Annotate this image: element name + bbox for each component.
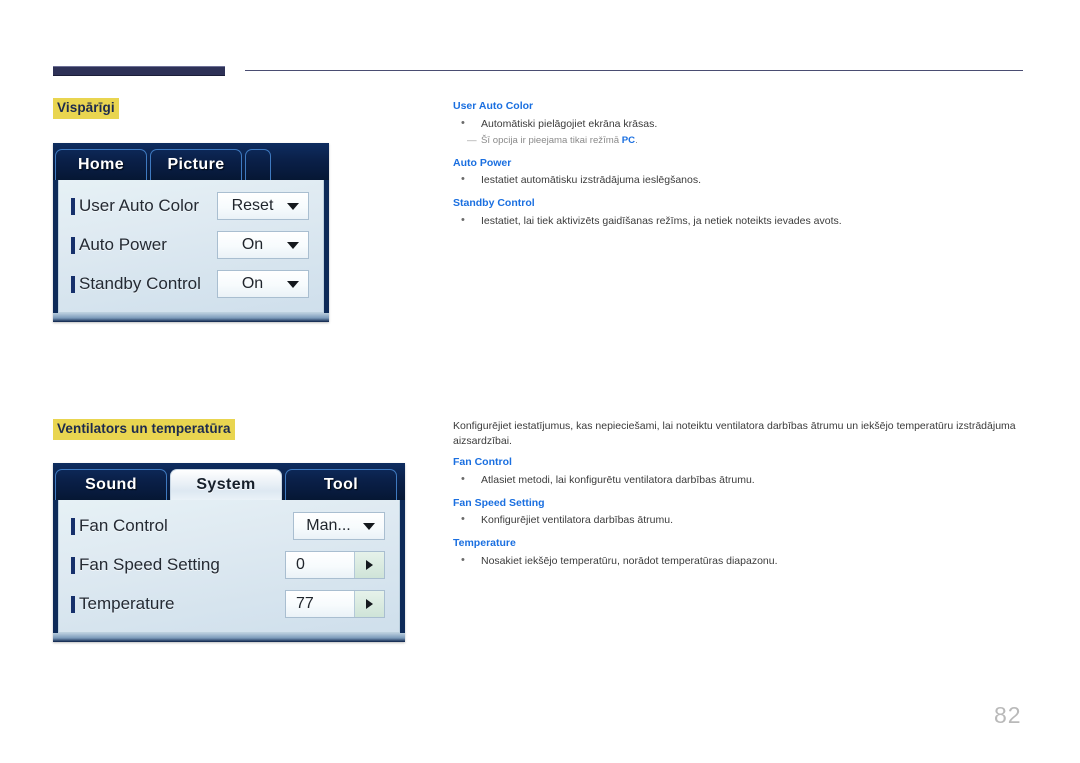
- stepper-increment-button[interactable]: [354, 591, 384, 617]
- osd-row-temperature[interactable]: Temperature 77: [71, 590, 385, 618]
- dropdown-value: Man...: [306, 517, 351, 534]
- note-suffix: .: [635, 135, 638, 147]
- osd-row-user-auto-color[interactable]: User Auto Color Reset: [71, 192, 309, 220]
- osd-tab-bar-system: Sound System Tool: [53, 463, 405, 500]
- subheading-user-auto-color: User Auto Color: [453, 100, 534, 112]
- osd-tab-label: Tool: [323, 476, 359, 493]
- dropdown-value: Reset: [231, 197, 274, 214]
- osd-tab-picture[interactable]: Picture: [150, 149, 242, 180]
- osd-footer-system: [53, 633, 405, 642]
- section-heading-fan-temperature: Ventilators un temperatūra: [53, 419, 235, 440]
- intro-paragraph-fan: Konfigurējiet iestatījumus, kas nepiecie…: [453, 420, 1016, 448]
- row-marker-icon: [71, 275, 75, 293]
- subheading-temperature: Temperature: [453, 537, 516, 549]
- chevron-down-icon: [363, 522, 375, 530]
- osd-row-label: Fan Control: [79, 516, 168, 535]
- osd-body-general: User Auto Color Reset Auto Power On Stan…: [58, 180, 324, 313]
- dropdown-value: On: [241, 275, 264, 292]
- header-rule-thin: [245, 70, 1023, 71]
- row-marker-icon: [71, 236, 75, 254]
- temperature-stepper[interactable]: 77: [285, 590, 385, 618]
- osd-tab-sound[interactable]: Sound: [55, 469, 167, 500]
- chevron-down-icon: [287, 241, 299, 249]
- dropdown-value: On: [241, 236, 264, 253]
- osd-tab-tool[interactable]: Tool: [285, 469, 397, 500]
- subheading-auto-power: Auto Power: [453, 156, 512, 169]
- osd-tab-partial[interactable]: [245, 149, 271, 180]
- osd-body-system: Fan Control Man... Fan Speed Setting 0 T…: [58, 500, 400, 633]
- osd-row-auto-power[interactable]: Auto Power On: [71, 231, 309, 259]
- osd-row-fan-control[interactable]: Fan Control Man...: [71, 512, 385, 540]
- osd-panel-general: Home Picture User Auto Color Reset Auto …: [53, 143, 329, 322]
- osd-tab-system[interactable]: System: [170, 469, 282, 500]
- osd-panel-system: Sound System Tool Fan Control Man... Fan…: [53, 463, 405, 642]
- chevron-right-icon: [366, 560, 373, 570]
- stepper-increment-button[interactable]: [354, 552, 384, 578]
- page-header-rules: [0, 0, 1080, 90]
- user-auto-color-dropdown[interactable]: Reset: [217, 192, 309, 220]
- osd-tab-bar-general: Home Picture: [53, 143, 329, 180]
- auto-power-dropdown[interactable]: On: [217, 231, 309, 259]
- subheading-fan-speed-setting: Fan Speed Setting: [453, 496, 545, 509]
- note-emphasis: PC: [621, 135, 636, 147]
- page-number: 82: [994, 702, 1022, 728]
- bullet-auto-power: Iestatiet automātisku izstrādājuma ieslē…: [453, 172, 1025, 188]
- subheading-standby-control: Standby Control: [453, 196, 535, 209]
- stepper-value: 0: [296, 556, 305, 573]
- osd-tab-home[interactable]: Home: [55, 149, 147, 180]
- osd-row-fan-speed-setting[interactable]: Fan Speed Setting 0: [71, 551, 385, 579]
- description-column-fan-temperature: Konfigurējiet iestatījumus, kas nepiecie…: [453, 419, 1025, 571]
- standby-control-dropdown[interactable]: On: [217, 270, 309, 298]
- note-user-auto-color: — Šī opcija ir pieejama tikai režīmā PC.: [453, 134, 1025, 147]
- bullet-temperature: Nosakiet iekšējo temperatūru, norādot te…: [453, 553, 1025, 569]
- osd-tab-label: Home: [77, 156, 125, 173]
- osd-row-label: Standby Control: [79, 274, 201, 293]
- chevron-right-icon: [366, 599, 373, 609]
- osd-row-label: Auto Power: [79, 235, 167, 254]
- bullet-user-auto-color: Automātiski pielāgojiet ekrāna krāsas.: [453, 116, 1025, 132]
- bullet-standby-control: Iestatiet, lai tiek aktivizēts gaidīšana…: [453, 213, 1025, 229]
- osd-tab-label: Picture: [167, 156, 225, 173]
- osd-footer-general: [53, 313, 329, 322]
- bullet-fan-speed-setting: Konfigurējiet ventilatora darbības ātrum…: [453, 512, 1025, 528]
- bullet-fan-control: Atlasiet metodi, lai konfigurētu ventila…: [453, 472, 1025, 488]
- note-prefix: Šī opcija ir pieejama tikai režīmā: [481, 135, 622, 147]
- note-dash-icon: —: [467, 135, 477, 147]
- fan-speed-setting-stepper[interactable]: 0: [285, 551, 385, 579]
- osd-row-label: Fan Speed Setting: [79, 555, 220, 574]
- row-marker-icon: [71, 595, 75, 613]
- osd-row-label: Temperature: [79, 594, 175, 613]
- subheading-fan-control: Fan Control: [453, 456, 512, 469]
- osd-row-standby-control[interactable]: Standby Control On: [71, 270, 309, 298]
- row-marker-icon: [71, 197, 75, 215]
- osd-tab-label: Sound: [85, 476, 137, 493]
- row-marker-icon: [71, 517, 75, 535]
- osd-row-label: User Auto Color: [79, 196, 199, 215]
- row-marker-icon: [71, 556, 75, 574]
- osd-tab-label: System: [196, 476, 256, 493]
- chevron-down-icon: [287, 280, 299, 288]
- fan-control-dropdown[interactable]: Man...: [293, 512, 385, 540]
- header-rule-thick: [53, 66, 225, 76]
- description-column-general: User Auto Color Automātiski pielāgojiet …: [453, 100, 1025, 231]
- section-heading-general: Vispārīgi: [53, 98, 119, 119]
- chevron-down-icon: [287, 202, 299, 210]
- stepper-value: 77: [296, 595, 314, 612]
